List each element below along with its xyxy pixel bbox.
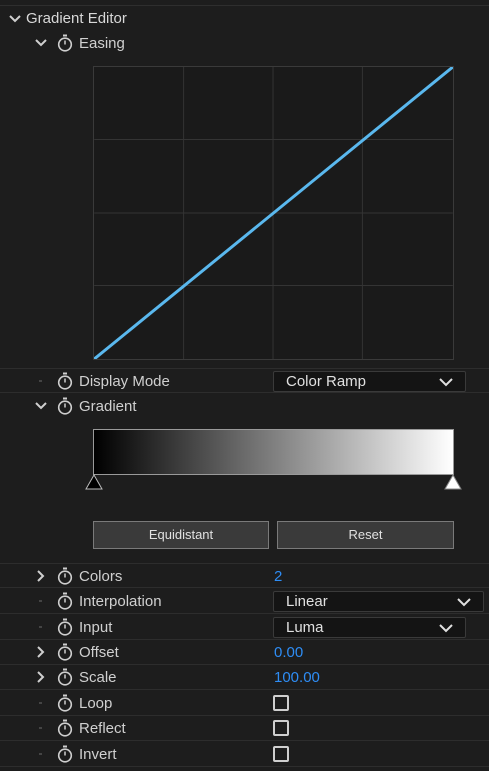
input-row: Input Luma xyxy=(0,615,489,640)
scale-label: Scale xyxy=(79,669,117,686)
offset-row: Offset 0.00 xyxy=(0,640,489,665)
row-dot xyxy=(39,600,42,602)
stopwatch-icon[interactable] xyxy=(57,618,73,636)
stopwatch-icon[interactable] xyxy=(57,719,73,737)
gradient-row: Gradient xyxy=(0,394,489,419)
reflect-label: Reflect xyxy=(79,720,126,737)
display-mode-dropdown[interactable]: Color Ramp xyxy=(273,371,466,392)
stopwatch-icon[interactable] xyxy=(57,668,73,686)
offset-value[interactable]: 0.00 xyxy=(274,644,303,661)
display-mode-value: Color Ramp xyxy=(286,373,367,390)
input-label: Input xyxy=(79,619,113,636)
gradient-editor-header[interactable]: Gradient Editor xyxy=(0,6,489,31)
display-mode-label: Display Mode xyxy=(79,373,170,390)
interpolation-dropdown[interactable]: Linear xyxy=(273,591,484,612)
stopwatch-icon[interactable] xyxy=(57,694,73,712)
row-dot xyxy=(39,702,42,704)
colors-label: Colors xyxy=(79,568,123,585)
chevron-down-icon[interactable] xyxy=(35,37,47,49)
loop-checkbox[interactable] xyxy=(273,695,289,711)
row-dot xyxy=(39,753,42,755)
input-dropdown[interactable]: Luma xyxy=(273,617,466,638)
reset-button[interactable]: Reset xyxy=(277,521,454,549)
color-stop-black[interactable] xyxy=(85,474,103,490)
row-dot xyxy=(39,380,42,382)
stopwatch-icon[interactable] xyxy=(57,643,73,661)
colors-row: Colors 2 xyxy=(0,563,489,588)
input-value: Luma xyxy=(286,619,324,636)
scale-value[interactable]: 100.00 xyxy=(274,669,320,686)
chevron-right-icon[interactable] xyxy=(35,671,47,683)
stopwatch-icon[interactable] xyxy=(57,745,73,763)
chevron-down-icon[interactable] xyxy=(35,400,47,412)
reflect-checkbox[interactable] xyxy=(273,720,289,736)
chevron-down-icon[interactable] xyxy=(9,13,21,25)
chevron-right-icon[interactable] xyxy=(35,646,47,658)
color-stop-white[interactable] xyxy=(444,474,462,490)
easing-row: Easing xyxy=(0,31,489,56)
gradient-label: Gradient xyxy=(79,398,137,415)
invert-checkbox[interactable] xyxy=(273,746,289,762)
invert-label: Invert xyxy=(79,746,117,763)
stopwatch-icon[interactable] xyxy=(57,567,73,585)
invert-row: Invert xyxy=(0,742,489,767)
panel-title: Gradient Editor xyxy=(26,10,127,27)
loop-row: Loop xyxy=(0,691,489,716)
chevron-down-icon xyxy=(439,378,453,387)
stopwatch-icon[interactable] xyxy=(57,372,73,390)
chevron-down-icon xyxy=(457,598,471,607)
interpolation-row: Interpolation Linear xyxy=(0,589,489,614)
stopwatch-icon[interactable] xyxy=(57,34,73,52)
loop-label: Loop xyxy=(79,695,113,712)
easing-label: Easing xyxy=(79,35,125,52)
row-dot xyxy=(39,727,42,729)
stopwatch-icon[interactable] xyxy=(57,592,73,610)
reflect-row: Reflect xyxy=(0,716,489,741)
interpolation-label: Interpolation xyxy=(79,593,162,610)
easing-curve-graph[interactable] xyxy=(93,66,454,360)
interpolation-value: Linear xyxy=(286,593,328,610)
equidistant-button[interactable]: Equidistant xyxy=(93,521,269,549)
display-mode-row: Display Mode Color Ramp xyxy=(0,368,489,393)
gradient-preview-bar[interactable] xyxy=(93,429,454,475)
chevron-down-icon xyxy=(439,624,453,633)
offset-label: Offset xyxy=(79,644,119,661)
scale-row: Scale 100.00 xyxy=(0,665,489,690)
colors-value[interactable]: 2 xyxy=(274,568,282,585)
chevron-right-icon[interactable] xyxy=(35,570,47,582)
stopwatch-icon[interactable] xyxy=(57,397,73,415)
row-dot xyxy=(39,626,42,628)
